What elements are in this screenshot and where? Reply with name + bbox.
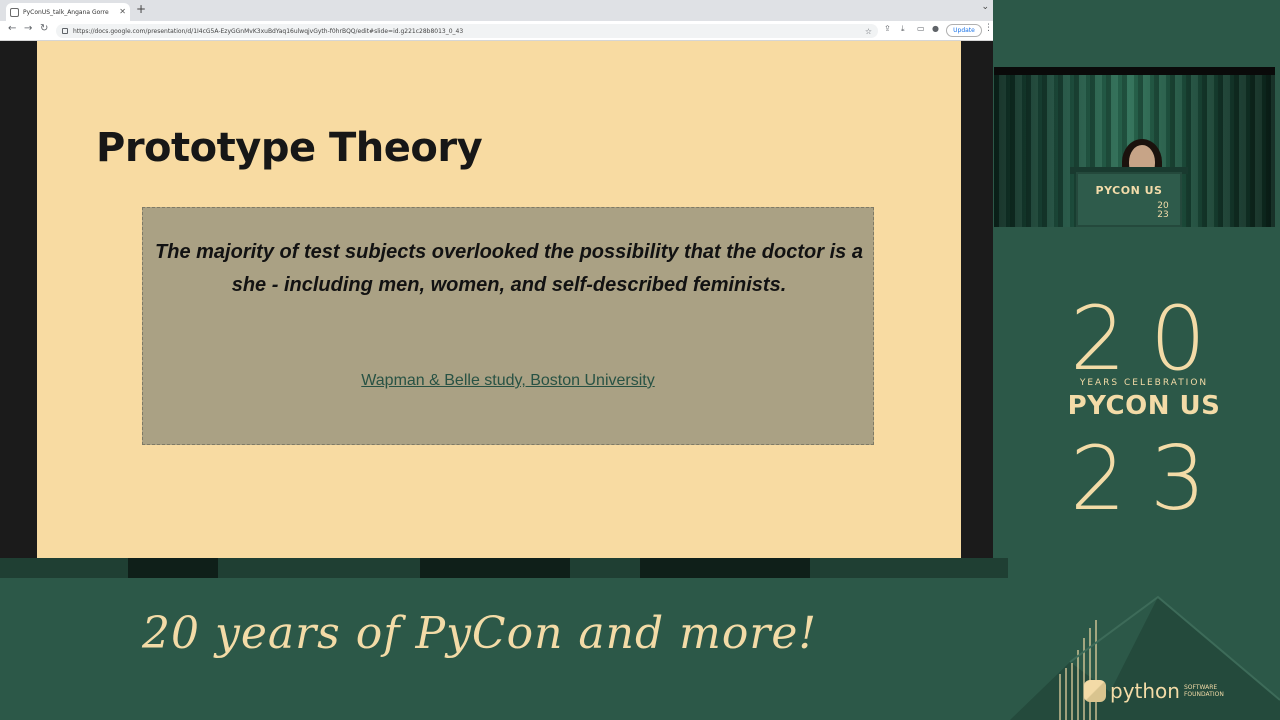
stage-ceiling (994, 67, 1275, 75)
three-dots-icon[interactable]: ⋮ (984, 23, 993, 33)
bottom-strip (0, 558, 1008, 578)
psf-word: python (1110, 679, 1180, 703)
browser-window: PyConUS_talk_Angana Gorre ✕ + ⌄ ← → ↻ ht… (0, 0, 993, 558)
slide-title: Prototype Theory (96, 125, 483, 171)
strip-block (420, 558, 570, 578)
lock-icon (62, 28, 68, 34)
speaker-video: PYCON US 20 23 (994, 67, 1275, 227)
update-button[interactable]: Update (946, 24, 982, 37)
download-icon[interactable]: ⤓ (901, 25, 905, 33)
new-tab-button[interactable]: + (136, 3, 146, 15)
url-text[interactable]: https://docs.google.com/presentation/d/1… (73, 28, 865, 35)
podium-year: 20 23 (1157, 201, 1169, 220)
reload-icon[interactable]: ↻ (40, 24, 48, 34)
quote-box: The majority of test subjects overlooked… (142, 207, 874, 445)
brand-name: PYCON US (1067, 391, 1221, 421)
year-top: 20 (1070, 287, 1230, 390)
year-bottom: 23 (1070, 427, 1230, 530)
tab-strip: PyConUS_talk_Angana Gorre ✕ + ⌄ (0, 0, 993, 21)
celebration-text: YEARS CELEBRATION (1079, 378, 1209, 388)
podium: PYCON US 20 23 (1076, 172, 1182, 227)
quote-text: The majority of test subjects overlooked… (155, 241, 863, 296)
presentation-slide: Prototype Theory The majority of test su… (37, 41, 961, 558)
brand-panel: 20 YEARS CELEBRATION PYCON US 23 (1008, 245, 1280, 575)
slides-favicon-icon (10, 7, 19, 17)
close-icon[interactable]: ✕ (119, 8, 126, 16)
source-link[interactable]: Wapman & Belle study, Boston University (143, 372, 873, 390)
back-arrow-icon[interactable]: ← (8, 24, 16, 34)
split-view-icon[interactable]: ▭ (917, 25, 925, 33)
banner-tagline: 20 years of PyCon and more! (142, 608, 818, 659)
psf-sub-2: FOUNDATION (1183, 691, 1224, 698)
star-icon[interactable]: ☆ (865, 27, 872, 36)
python-logo-icon (1084, 680, 1106, 702)
strip-block (640, 558, 810, 578)
psf-subtitle: SOFTWARE FOUNDATION (1184, 684, 1224, 698)
profile-avatar[interactable]: ● (932, 25, 939, 33)
share-icon[interactable]: ⇪ (884, 25, 891, 33)
browser-tab[interactable]: PyConUS_talk_Angana Gorre ✕ (6, 3, 130, 21)
strip-block (128, 558, 218, 578)
forward-arrow-icon[interactable]: → (24, 24, 32, 34)
chevron-down-icon[interactable]: ⌄ (981, 3, 989, 12)
tab-title: PyConUS_talk_Angana Gorre (23, 8, 109, 16)
psf-sub-1: SOFTWARE (1183, 684, 1218, 691)
psf-logo: python SOFTWARE FOUNDATION (1084, 680, 1224, 702)
browser-toolbar: ← → ↻ https://docs.google.com/presentati… (0, 21, 993, 41)
address-bar[interactable]: https://docs.google.com/presentation/d/1… (56, 24, 878, 38)
podium-brand: PYCON US (1095, 184, 1163, 197)
